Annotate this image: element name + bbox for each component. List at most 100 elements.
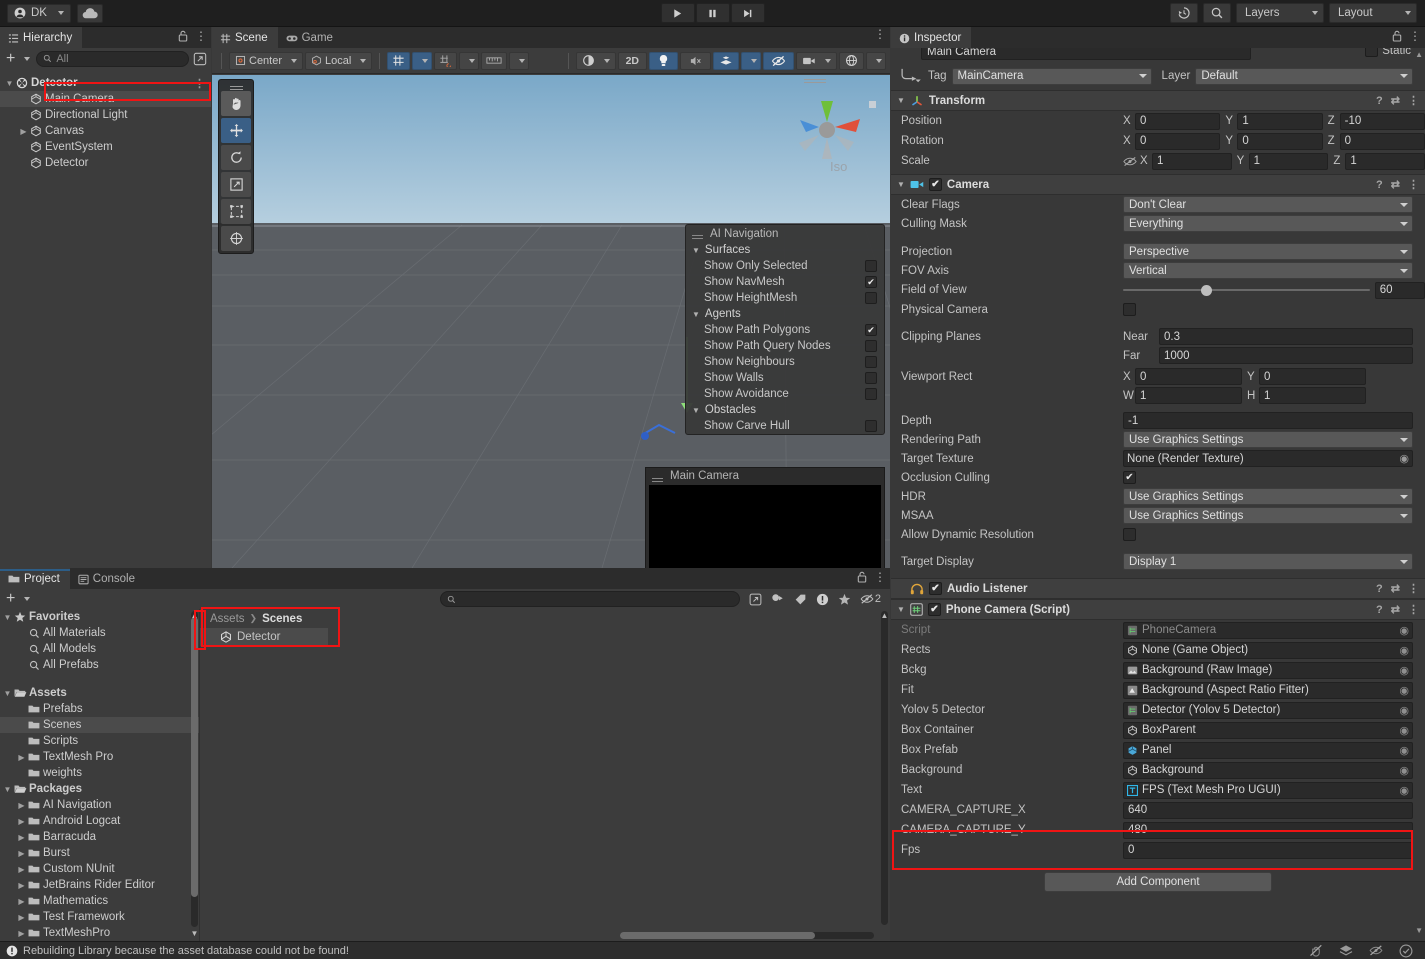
camera-component-header[interactable]: ▼ Camera ? ⇄ ⋮ xyxy=(891,174,1425,195)
project-create-button[interactable]: + xyxy=(4,590,32,608)
project-tree[interactable]: ▼Favorites▶All Materials▶All Models▶All … xyxy=(0,609,200,941)
hierarchy-menu-icon[interactable]: ⋮ xyxy=(195,30,207,42)
scene-orientation-gizmo[interactable]: Iso xyxy=(772,75,882,185)
scene-viewport[interactable]: Iso AI Navigation ▼ Surfaces Show Only Sel… xyxy=(212,75,890,568)
object-picker-icon[interactable]: ◉ xyxy=(1399,784,1409,797)
scene-fx-toggle[interactable] xyxy=(713,51,739,70)
rendering-path-dropdown[interactable]: Use Graphics Settings xyxy=(1123,431,1413,448)
preset-icon[interactable]: ⇄ xyxy=(1391,603,1400,616)
constrain-proportions-off-icon[interactable] xyxy=(1123,156,1137,167)
phone-camera-objectfield-yolov-5-detector[interactable]: Detector (Yolov 5 Detector) ◉ xyxy=(1123,701,1413,719)
preview-drag-handle[interactable] xyxy=(652,474,664,479)
ai-nav-row-checkbox[interactable] xyxy=(865,420,877,432)
static-checkbox[interactable] xyxy=(1365,48,1379,57)
phone-camera-objectfield-background[interactable]: Background ◉ xyxy=(1123,761,1413,779)
phone-camera-component-header[interactable]: ▼ Phone Camera (Script) ? ⇄ ⋮ xyxy=(891,599,1425,620)
physical-camera-checkbox[interactable] xyxy=(1123,303,1136,316)
ai-nav-row-show-path-query-nodes[interactable]: Show Path Query Nodes xyxy=(686,338,884,354)
collapse-triangle-icon[interactable]: ▼ xyxy=(897,96,905,105)
near-input[interactable]: 0.3 xyxy=(1159,328,1413,345)
grid-snap-dropdown[interactable] xyxy=(412,51,433,70)
overlay-drag-handle[interactable] xyxy=(692,231,704,236)
target-display-dropdown[interactable]: Display 1 xyxy=(1123,553,1413,570)
phone-camera-objectfield-box-prefab[interactable]: Panel ◉ xyxy=(1123,741,1413,759)
open-in-new-window-icon[interactable] xyxy=(749,593,762,606)
lock-icon[interactable] xyxy=(1392,30,1402,42)
project-tree-item-jetbrains-rider-editor[interactable]: ▶ JetBrains Rider Editor xyxy=(0,877,199,893)
hierarchy-item-directional-light[interactable]: ▶Directional Light xyxy=(0,107,211,123)
collapse-triangle-icon[interactable]: ▼ xyxy=(692,246,700,255)
hand-tool-button[interactable] xyxy=(221,91,251,116)
project-contents[interactable]: Assets ❯ Scenes Detector ▲ xyxy=(200,609,890,941)
component-menu-icon[interactable]: ⋮ xyxy=(1408,603,1419,616)
hierarchy-item-eventsystem[interactable]: ▶EventSystem xyxy=(0,139,211,155)
project-menu-icon[interactable]: ⋮ xyxy=(874,571,886,583)
hierarchy-item-canvas[interactable]: ▶ Canvas xyxy=(0,123,211,139)
pivot-mode-button[interactable]: Center xyxy=(229,51,304,70)
project-tree-item-prefabs[interactable]: ▶Prefabs xyxy=(0,701,199,717)
ai-nav-row-checkbox[interactable] xyxy=(865,292,877,304)
inspector-scroll-down-arrow[interactable]: ▼ xyxy=(1415,926,1423,935)
gizmos-toggle[interactable] xyxy=(839,51,864,70)
lock-icon[interactable] xyxy=(857,571,867,583)
ai-nav-row-checkbox[interactable] xyxy=(865,356,877,368)
tab-scene[interactable]: Scene xyxy=(212,27,278,48)
projection-dropdown[interactable]: Perspective xyxy=(1123,243,1413,260)
phone-camera-input-fps[interactable]: 0 xyxy=(1123,841,1413,859)
object-name-field[interactable]: Main Camera xyxy=(921,48,1251,60)
phone-camera-enabled-checkbox[interactable] xyxy=(927,603,941,616)
camera-preview-header[interactable]: Main Camera xyxy=(646,468,884,484)
project-tree-item-scripts[interactable]: ▶Scripts xyxy=(0,733,199,749)
breadcrumb-assets[interactable]: Assets xyxy=(210,613,245,625)
expand-triangle-icon[interactable]: ▶ xyxy=(16,929,27,938)
collapse-triangle-icon[interactable]: ▼ xyxy=(897,180,905,189)
scale-x-input[interactable]: 1 xyxy=(1152,152,1232,170)
tab-hierarchy[interactable]: Hierarchy xyxy=(0,27,83,48)
project-tree-item-all-prefabs[interactable]: ▶All Prefabs xyxy=(0,657,199,673)
depth-input[interactable]: -1 xyxy=(1123,412,1413,429)
grid-visibility-toggle[interactable] xyxy=(434,51,458,70)
ai-nav-row-checkbox[interactable] xyxy=(865,388,877,400)
expand-triangle-icon[interactable]: ▼ xyxy=(4,79,15,88)
ai-nav-row-show-path-polygons[interactable]: Show Path Polygons xyxy=(686,322,884,338)
rect-tool-button[interactable] xyxy=(221,199,251,224)
field-of-view-slider[interactable] xyxy=(1123,283,1370,297)
scale-z-input[interactable]: 1 xyxy=(1345,152,1425,170)
scroll-down-arrow[interactable]: ▼ xyxy=(190,929,199,938)
expand-triangle-icon[interactable]: ▶ xyxy=(16,897,27,906)
palette-drag-handle[interactable] xyxy=(221,82,251,91)
list-item[interactable]: Detector xyxy=(200,628,328,646)
scene-camera-button[interactable] xyxy=(796,51,837,70)
no-eye-icon[interactable] xyxy=(1369,944,1383,957)
project-tree-item-android-logcat[interactable]: ▶ Android Logcat xyxy=(0,813,199,829)
check-circle-icon[interactable] xyxy=(1399,944,1413,958)
phone-camera-objectfield-text[interactable]: FPS (Text Mesh Pro UGUI) ◉ xyxy=(1123,781,1413,799)
preset-icon[interactable]: ⇄ xyxy=(1391,94,1400,107)
project-tree-item-ai-navigation[interactable]: ▶ AI Navigation xyxy=(0,797,199,813)
object-picker-icon[interactable]: ◉ xyxy=(1399,704,1409,717)
rotation-z-input[interactable]: 0 xyxy=(1339,132,1425,150)
project-tree-scrollbar-thumb[interactable] xyxy=(191,617,198,897)
help-icon[interactable]: ? xyxy=(1376,179,1383,191)
step-button[interactable] xyxy=(730,3,765,23)
scene-audio-toggle[interactable] xyxy=(680,51,711,70)
preset-icon[interactable]: ⇄ xyxy=(1391,582,1400,595)
ai-nav-row-checkbox[interactable] xyxy=(865,340,877,352)
scene-shading-dropdown[interactable] xyxy=(575,51,616,70)
project-tree-item-all-materials[interactable]: ▶All Materials xyxy=(0,625,199,641)
layout-dropdown[interactable]: Layout xyxy=(1329,3,1417,23)
transform-component-header[interactable]: ▼ Transform ? ⇄ ⋮ xyxy=(891,90,1425,111)
expand-triangle-icon[interactable]: ▶ xyxy=(16,849,27,858)
ai-nav-row-checkbox[interactable] xyxy=(865,260,877,272)
ai-nav-row-show-neighbours[interactable]: Show Neighbours xyxy=(686,354,884,370)
object-picker-icon[interactable]: ◉ xyxy=(1399,624,1409,637)
object-picker-icon[interactable]: ◉ xyxy=(1399,684,1409,697)
filter-by-type-icon[interactable] xyxy=(771,593,785,606)
hierarchy-row-menu-icon[interactable]: ⋮ xyxy=(194,77,205,90)
scale-y-input[interactable]: 1 xyxy=(1248,152,1329,170)
scale-tool-button[interactable] xyxy=(221,172,251,197)
project-tree-item-assets[interactable]: ▼ Assets xyxy=(0,685,199,701)
account-dropdown[interactable]: DK xyxy=(7,3,71,23)
viewport-x-input[interactable]: 0 xyxy=(1135,368,1242,385)
hierarchy-tree[interactable]: ▼Detector⋮▶Main Camera▶Directional Light… xyxy=(0,75,211,568)
